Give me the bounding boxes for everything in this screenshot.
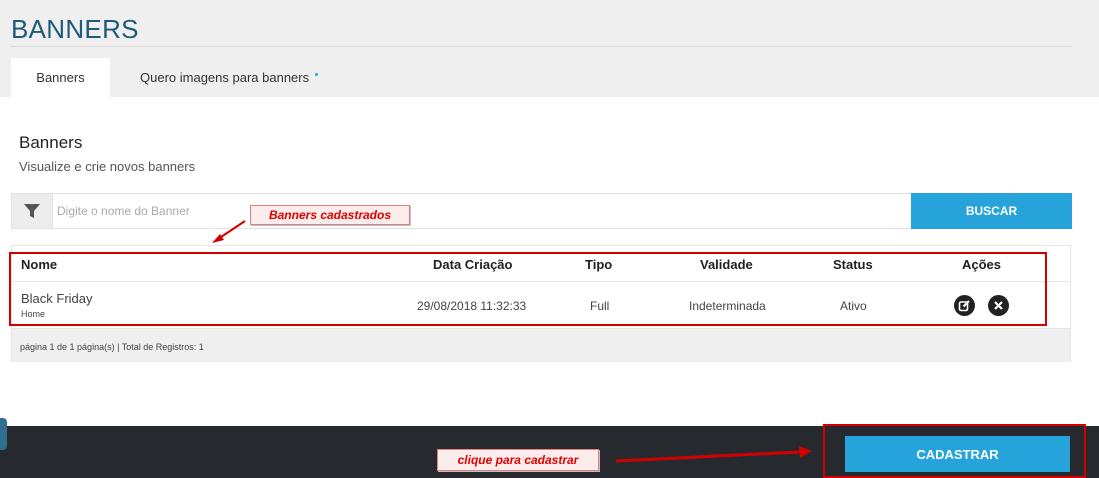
cadastrar-button[interactable]: CADASTRAR: [845, 436, 1070, 472]
cadastrar-callout-arrow: [615, 450, 801, 463]
cadastrar-arrow-head: [799, 446, 812, 458]
cadastrar-arrow-layer: [615, 446, 812, 463]
